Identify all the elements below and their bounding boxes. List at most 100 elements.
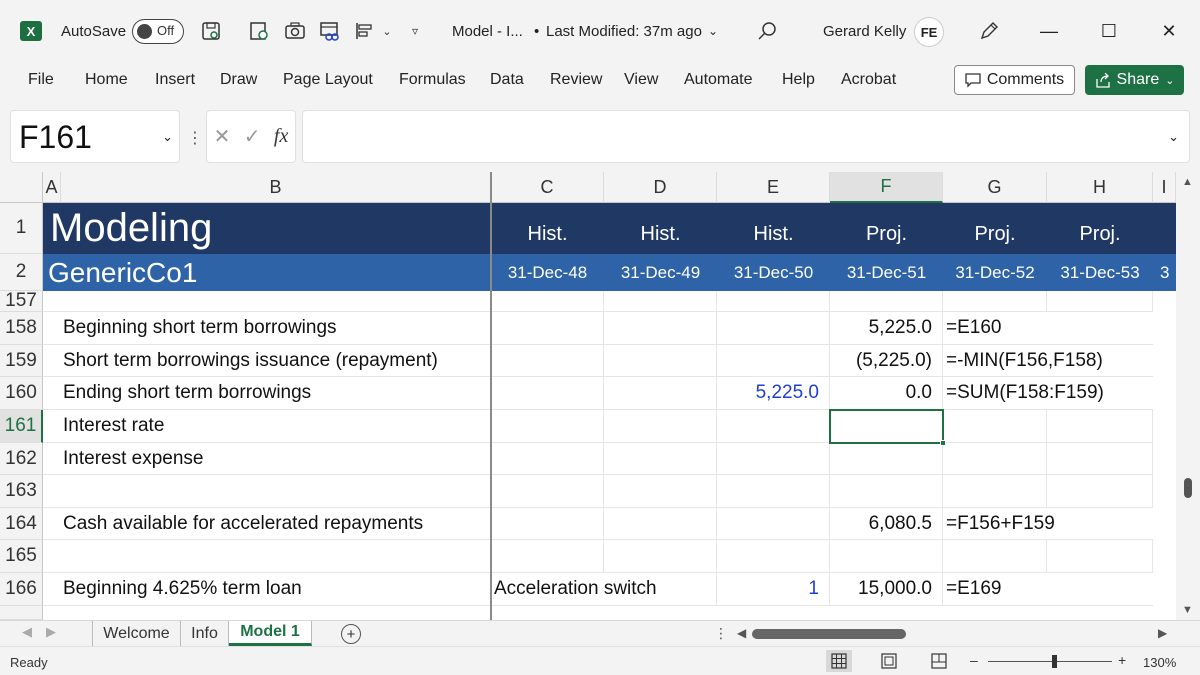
prev-sheet-icon[interactable]: ◀	[22, 624, 32, 640]
cell-c161[interactable]	[491, 410, 604, 443]
cell-d165[interactable]	[604, 540, 717, 573]
cell-b165[interactable]	[43, 540, 491, 573]
document-title[interactable]: Model - I...	[452, 0, 523, 62]
cell-d161[interactable]	[604, 410, 717, 443]
cell-d164[interactable]	[604, 508, 717, 540]
column-header-c[interactable]: C	[491, 172, 604, 203]
cell-f162[interactable]	[830, 443, 943, 475]
column-header-d[interactable]: D	[604, 172, 717, 203]
cell[interactable]	[943, 291, 1047, 312]
cell-b166[interactable]: Beginning 4.625% term loan	[43, 573, 491, 606]
row-header-166[interactable]: 166	[0, 573, 43, 606]
chevron-down-icon[interactable]: ⌄	[376, 21, 398, 41]
tab-split-grip-icon[interactable]: ⋮	[714, 625, 728, 642]
cell-c164[interactable]	[491, 508, 604, 540]
cell-b158[interactable]: Beginning short term borrowings	[43, 312, 491, 345]
cell-e158[interactable]	[717, 312, 830, 345]
tab-insert[interactable]: Insert	[155, 71, 195, 89]
period-label-g[interactable]: Proj.	[943, 216, 1047, 252]
save-icon[interactable]	[200, 21, 222, 41]
period-date-h[interactable]: 31-Dec-53	[1047, 254, 1153, 291]
cell-c158[interactable]	[491, 312, 604, 345]
cell-g161[interactable]	[943, 410, 1047, 443]
cell-e162[interactable]	[717, 443, 830, 475]
zoom-slider-handle[interactable]	[1052, 655, 1057, 668]
model-title[interactable]: Modeling	[50, 203, 212, 254]
period-date-e[interactable]: 31-Dec-50	[717, 254, 830, 291]
camera-icon[interactable]	[284, 21, 306, 41]
expand-formula-chevron-icon[interactable]: ⌄	[1168, 129, 1179, 145]
column-header-h[interactable]: H	[1047, 172, 1153, 203]
tab-automate[interactable]: Automate	[684, 71, 752, 89]
cell-d162[interactable]	[604, 443, 717, 475]
user-avatar[interactable]: FE	[914, 17, 944, 47]
user-name[interactable]: Gerard Kelly	[823, 0, 906, 62]
tab-file[interactable]: File	[28, 71, 54, 89]
cell-c166[interactable]: Acceleration switch	[491, 573, 717, 606]
cell-c160[interactable]	[491, 377, 604, 410]
tab-data[interactable]: Data	[490, 71, 524, 89]
cell-f164[interactable]: 6,080.5	[830, 508, 943, 540]
refresh-sheet-icon[interactable]	[248, 21, 270, 41]
align-left-icon[interactable]	[353, 21, 375, 41]
row-header-157[interactable]: 157	[0, 290, 43, 312]
scroll-left-arrow-icon[interactable]: ◀	[737, 626, 746, 640]
sheet-tab-info[interactable]: Info	[181, 621, 229, 646]
cell-e159[interactable]	[717, 345, 830, 377]
last-modified[interactable]: Last Modified: 37m ago	[546, 0, 702, 62]
cell-f160[interactable]: 0.0	[830, 377, 943, 410]
cell-g159[interactable]: =-MIN(F156,F158)	[943, 345, 1153, 377]
row-header-161[interactable]: 161	[0, 410, 43, 443]
scroll-right-arrow-icon[interactable]: ▶	[1158, 626, 1167, 640]
cell[interactable]	[604, 291, 717, 312]
vertical-scrollbar[interactable]: ▲ ▼	[1176, 172, 1200, 620]
row-header-165[interactable]: 165	[0, 540, 43, 573]
tab-acrobat[interactable]: Acrobat	[841, 71, 896, 89]
cell-b162[interactable]: Interest expense	[43, 443, 491, 475]
cell-h162[interactable]	[1047, 443, 1153, 475]
zoom-out-button[interactable]: –	[970, 652, 978, 668]
cell-g165[interactable]	[943, 540, 1047, 573]
cell-h165[interactable]	[1047, 540, 1153, 573]
cell-b163[interactable]	[43, 475, 491, 508]
table-row[interactable]	[43, 291, 491, 312]
row-header-2[interactable]: 2	[0, 254, 43, 291]
cell[interactable]	[830, 291, 943, 312]
cell-f165[interactable]	[830, 540, 943, 573]
period-date-f[interactable]: 31-Dec-51	[830, 254, 943, 291]
row-header-160[interactable]: 160	[0, 377, 43, 410]
customize-toolbar-icon[interactable]: ▿	[404, 21, 426, 41]
zoom-level[interactable]: 130%	[1143, 655, 1176, 670]
formula-bar-grip-icon[interactable]: ⋮	[187, 128, 203, 148]
cell[interactable]	[491, 291, 604, 312]
maximize-icon[interactable]: ☐	[1094, 14, 1124, 48]
row-header-159[interactable]: 159	[0, 345, 43, 377]
comments-button[interactable]: Comments	[954, 65, 1075, 95]
cell-c162[interactable]	[491, 443, 604, 475]
search-icon[interactable]	[756, 21, 778, 41]
share-button[interactable]: Share ⌄	[1085, 65, 1184, 95]
select-all-corner[interactable]	[0, 172, 43, 203]
zoom-slider[interactable]	[988, 661, 1112, 662]
row-header-164[interactable]: 164	[0, 508, 43, 540]
add-sheet-icon[interactable]: +	[341, 624, 361, 644]
cell-f159[interactable]: (5,225.0)	[830, 345, 943, 377]
period-label-e[interactable]: Hist.	[717, 216, 830, 252]
cell-d159[interactable]	[604, 345, 717, 377]
freeze-pane-divider[interactable]	[490, 172, 492, 620]
period-label-f[interactable]: Proj.	[830, 216, 943, 252]
period-label-c[interactable]: Hist.	[491, 216, 604, 252]
tab-formulas[interactable]: Formulas	[399, 71, 466, 89]
cell-c165[interactable]	[491, 540, 604, 573]
cell-g164[interactable]: =F156+F159	[943, 508, 1153, 540]
cell-e163[interactable]	[717, 475, 830, 508]
row-header-162[interactable]: 162	[0, 443, 43, 475]
pen-icon[interactable]	[978, 21, 1000, 41]
link-sheet-icon[interactable]	[320, 21, 342, 41]
enter-entry-icon[interactable]: ✓	[244, 124, 261, 149]
close-icon[interactable]: ✕	[1154, 14, 1184, 48]
company-name[interactable]: GenericCo1	[48, 254, 197, 291]
normal-view-icon[interactable]	[826, 650, 852, 672]
cell-h163[interactable]	[1047, 475, 1153, 508]
cell-h161[interactable]	[1047, 410, 1153, 443]
